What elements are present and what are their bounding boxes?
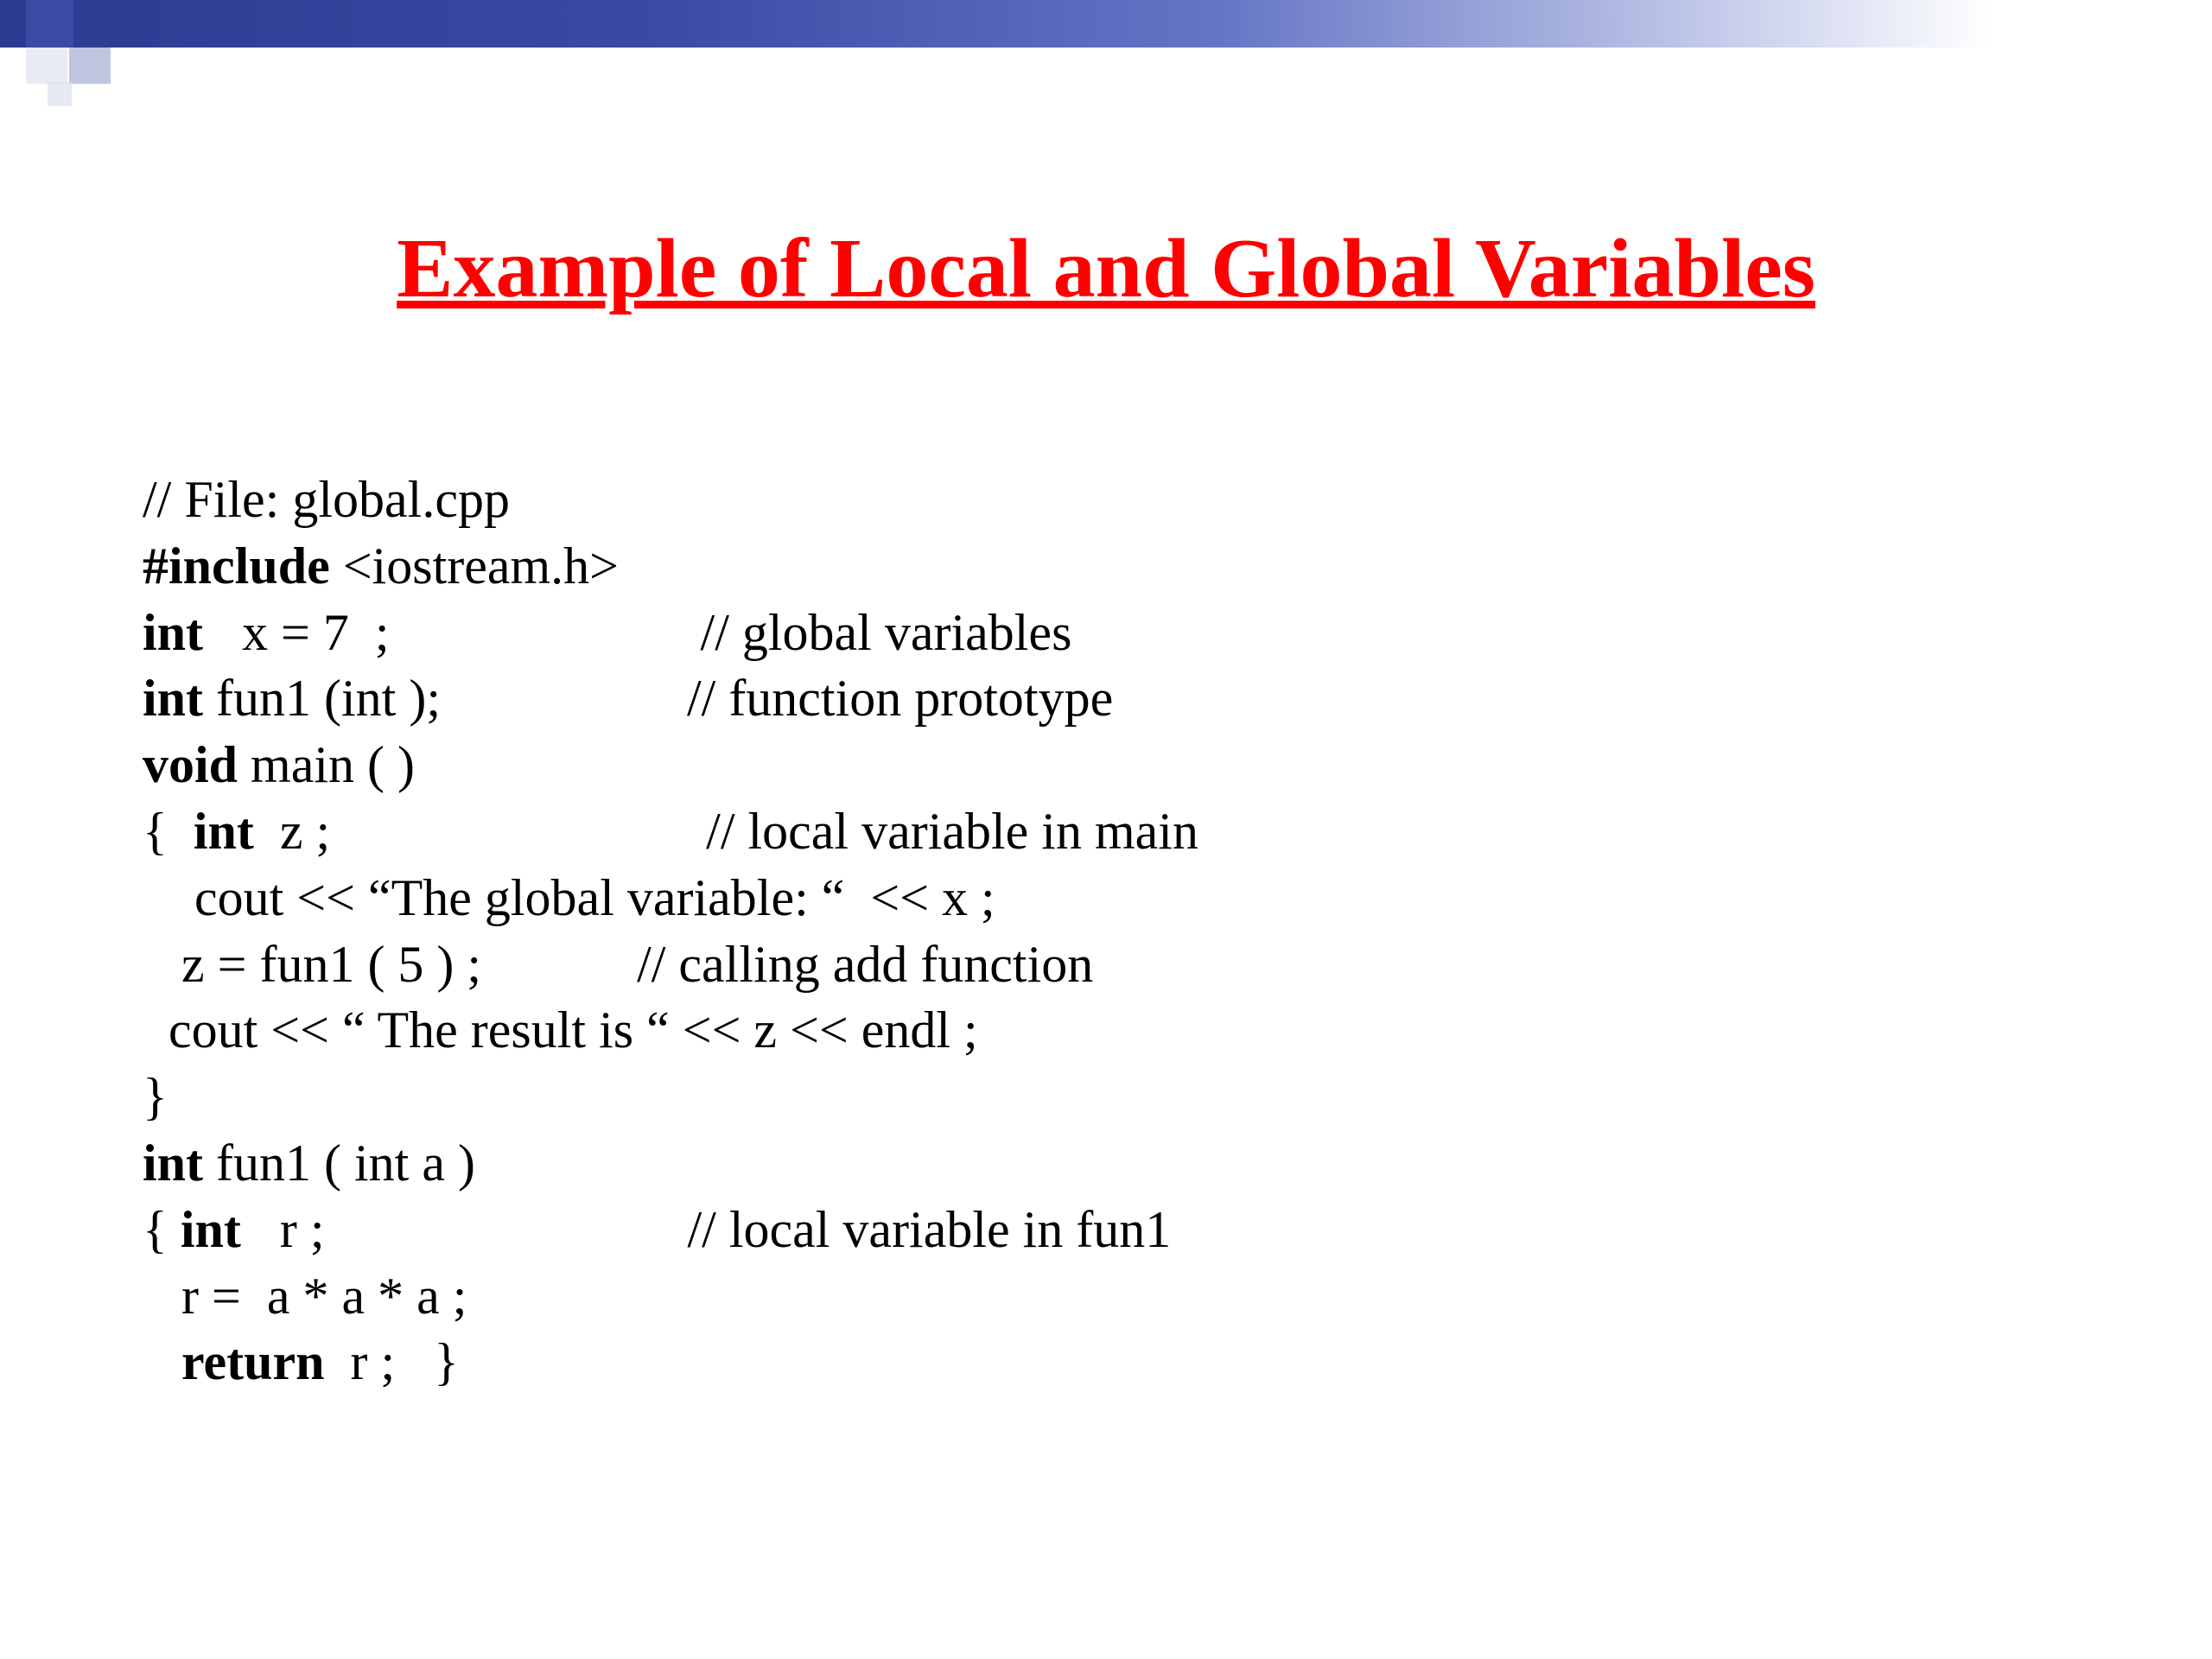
code-text: <iostream.h> bbox=[330, 537, 619, 594]
decorative-square-icon bbox=[26, 48, 67, 84]
decorative-square-icon bbox=[48, 82, 72, 106]
code-line: r = a * a * a ; bbox=[143, 1263, 1198, 1330]
code-line: int x = 7 ; // global variables bbox=[143, 600, 1198, 666]
code-line: int fun1 (int ); // function prototype bbox=[143, 665, 1198, 732]
code-line: void main ( ) bbox=[143, 732, 1198, 798]
code-line: { int z ; // local variable in main bbox=[143, 798, 1198, 865]
code-line: } bbox=[143, 1064, 1198, 1130]
code-line: z = fun1 ( 5 ) ; // calling add function bbox=[143, 931, 1198, 998]
code-text: main ( ) bbox=[238, 736, 415, 793]
slide-title: Example of Local and Global Variables bbox=[0, 220, 2212, 317]
code-text: x = 7 ; // global variables bbox=[203, 604, 1071, 661]
keyword: int bbox=[194, 803, 254, 860]
keyword: void bbox=[143, 736, 238, 793]
header-gradient-bar bbox=[0, 0, 2212, 48]
code-line: int fun1 ( int a ) bbox=[143, 1130, 1198, 1197]
code-text: r ; // local variable in fun1 bbox=[241, 1201, 1171, 1258]
code-line: return r ; } bbox=[143, 1329, 1198, 1395]
keyword: int bbox=[181, 1201, 241, 1258]
code-text: { bbox=[143, 803, 194, 860]
code-text: fun1 ( int a ) bbox=[203, 1135, 475, 1192]
decorative-square-icon bbox=[69, 48, 111, 84]
code-line: { int r ; // local variable in fun1 bbox=[143, 1197, 1198, 1263]
keyword: int bbox=[143, 1135, 203, 1192]
code-line: // File: global.cpp bbox=[143, 467, 1198, 533]
keyword: #include bbox=[143, 537, 330, 594]
keyword: return bbox=[181, 1333, 325, 1390]
code-text bbox=[143, 1333, 181, 1390]
code-line: cout << “The global variable: “ << x ; bbox=[143, 865, 1198, 931]
code-text: r ; } bbox=[325, 1333, 459, 1390]
code-line: cout << “ The result is “ << z << endl ; bbox=[143, 997, 1198, 1064]
decorative-square-icon bbox=[26, 0, 73, 48]
code-block: // File: global.cpp #include <iostream.h… bbox=[143, 467, 1198, 1395]
code-text: fun1 (int ); // function prototype bbox=[203, 670, 1113, 727]
code-text: z ; // local variable in main bbox=[254, 803, 1198, 860]
keyword: int bbox=[143, 604, 203, 661]
code-line: #include <iostream.h> bbox=[143, 533, 1198, 600]
keyword: int bbox=[143, 670, 203, 727]
code-text: { bbox=[143, 1201, 181, 1258]
